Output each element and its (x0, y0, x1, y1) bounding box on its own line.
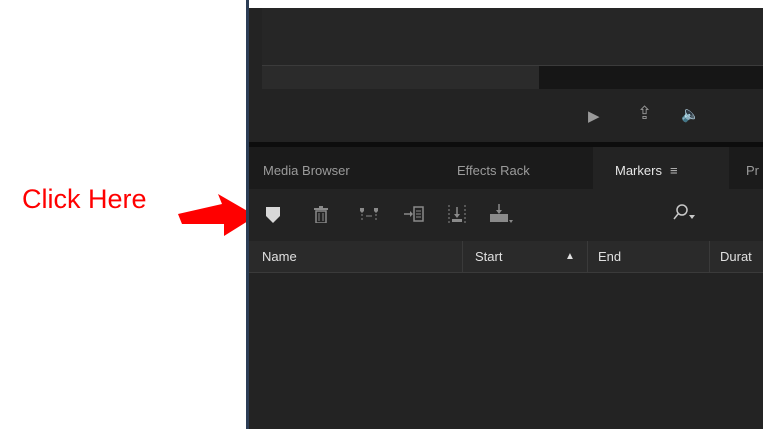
timeline-bar[interactable] (262, 66, 539, 89)
tab-media-browser[interactable]: Media Browser (263, 147, 350, 189)
delete-icon[interactable] (314, 206, 328, 223)
column-duration[interactable]: Durat (720, 241, 752, 272)
export-selected-icon[interactable] (447, 205, 467, 223)
markers-table-header: Name Start ▲ End Durat (249, 241, 763, 273)
column-divider[interactable] (462, 241, 463, 272)
click-here-annotation: Click Here (22, 184, 147, 214)
panel-menu-icon[interactable]: ≡ (670, 163, 678, 178)
transport-controls: ▶ ⇪ 🔈 (249, 89, 763, 142)
preview-area (262, 8, 763, 66)
batch-process-icon[interactable] (489, 204, 513, 224)
column-divider[interactable] (587, 241, 588, 272)
search-icon[interactable] (673, 203, 695, 225)
tab-markers[interactable]: Markers ≡ (593, 147, 729, 189)
add-marker-icon[interactable] (266, 207, 280, 223)
markers-list[interactable] (249, 273, 763, 429)
column-start[interactable]: Start (475, 241, 502, 272)
markers-toolbar (249, 189, 763, 241)
timeline-remaining[interactable] (539, 66, 763, 89)
tab-markers-label: Markers (615, 163, 662, 178)
merge-icon[interactable] (360, 206, 378, 222)
tab-effects-rack[interactable]: Effects Rack (457, 147, 530, 189)
top-gap (249, 0, 763, 8)
sort-ascending-icon: ▲ (565, 251, 575, 262)
column-name[interactable]: Name (262, 241, 297, 272)
column-divider[interactable] (709, 241, 710, 272)
play-icon[interactable]: ▶ (588, 109, 600, 124)
volume-icon[interactable]: 🔈 (681, 107, 700, 122)
column-end[interactable]: End (598, 241, 621, 272)
insert-into-playlist-icon[interactable] (404, 206, 424, 222)
tab-properties[interactable]: Pr (746, 147, 759, 189)
export-icon[interactable]: ⇪ (637, 104, 652, 122)
panel-tab-bar: Media Browser Effects Rack Markers ≡ Pr (249, 147, 763, 189)
